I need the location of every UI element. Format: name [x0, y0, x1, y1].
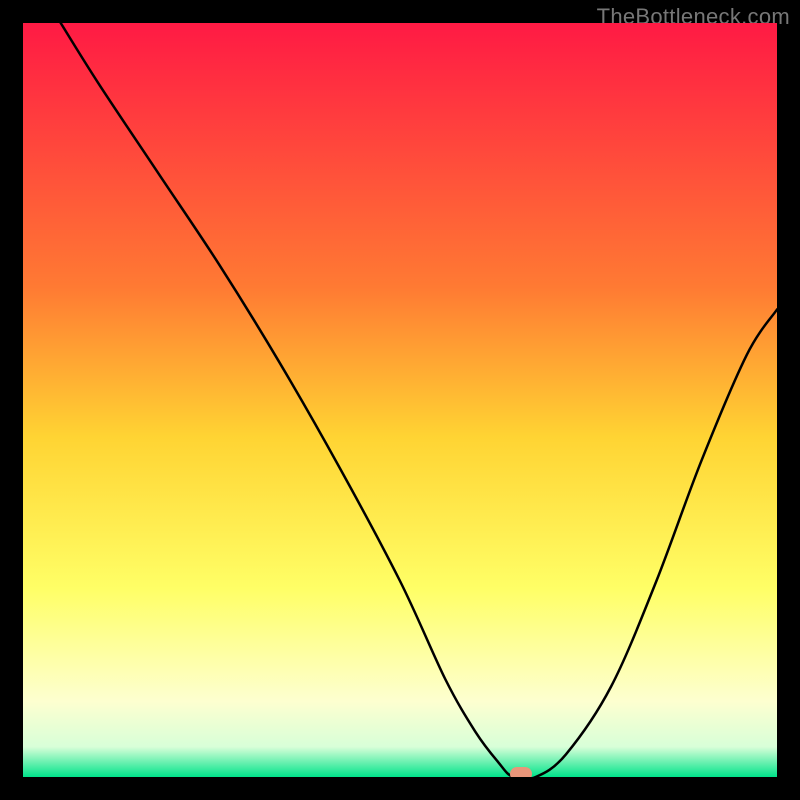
optimal-point-marker	[510, 767, 532, 777]
chart-area	[23, 23, 777, 777]
curve-layer	[23, 23, 777, 777]
